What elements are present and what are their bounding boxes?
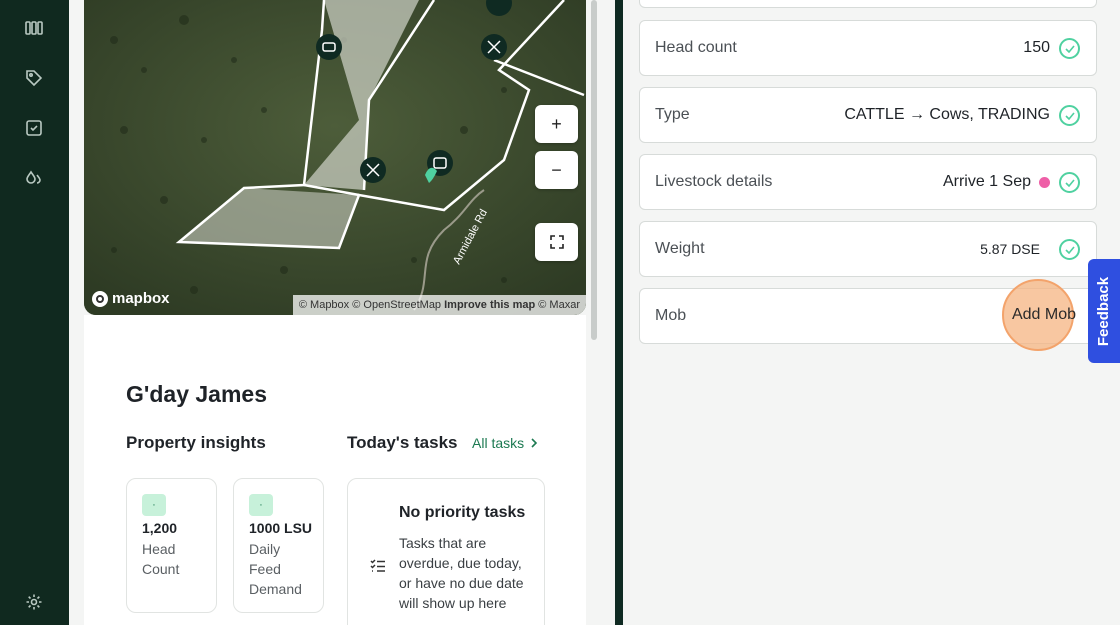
scrollbar-thumb[interactable] [591,0,597,340]
tag-icon[interactable] [22,66,46,90]
field-weight[interactable]: Weight 5.87 DSE [639,221,1097,277]
field-value: 5.87 DSE [980,241,1040,257]
head-count-value: 150 [1023,39,1050,56]
feedback-label: Feedback [1095,276,1113,346]
field-label: Mob [655,307,687,324]
stat-badge: · [249,494,273,516]
mapbox-mark-icon [92,290,108,307]
paddocks-icon[interactable] [22,16,46,40]
mapbox-wordmark: mapbox [112,290,170,307]
field-livestock-details[interactable]: Livestock details Arrive 1 Sep [639,154,1097,210]
improve-map-link[interactable]: Improve this map [444,299,535,311]
type-value: CATTLE → Cows, TRADING [844,106,1050,123]
no-tasks-description: Tasks that are overdue, due today, or ha… [399,535,524,611]
stat-badge: · [142,494,166,516]
add-mob-button[interactable]: Add Mob [1002,279,1077,351]
attribution-osm-link[interactable]: © OpenStreetMap [352,299,441,311]
livestock-details-value: Arrive 1 Sep [942,173,1031,190]
all-tasks-link[interactable]: All tasks [472,435,538,451]
zoom-in-label: + [551,113,562,134]
field-value: CATTLE → Cows, TRADING [844,106,1050,124]
field-value: Arrive 1 Sep [943,173,1050,191]
stat-card-feed-demand[interactable]: · 1000 LSU Daily Feed Demand [233,478,324,613]
tasks-checkbox-icon[interactable] [22,116,46,140]
task-list-icon [370,559,386,578]
attribution-maxar-link[interactable]: © Maxar [538,299,580,311]
mob-form-panel: Head count 150 Type CATTLE → Cows, TRADI… [623,0,1120,625]
field-label: Type [655,106,690,123]
stat-label: Head Count [142,541,180,577]
feedback-tab[interactable]: Feedback [1088,259,1120,363]
weight-value: 5.87 DSE [980,241,1040,257]
priority-tasks-card: No priority tasks Tasks that are overdue… [347,478,545,625]
satellite-map[interactable]: Armidale Rd mapbox + − © Mapbox © OpenSt… [84,0,586,315]
panel-divider[interactable] [615,0,623,625]
main-scrollbar[interactable] [590,0,598,340]
map-attribution: © Mapbox © OpenStreetMap Improve this ma… [292,295,586,315]
check-circle-icon [1059,239,1080,260]
zoom-in-button[interactable]: + [535,105,578,143]
main-panel: Armidale Rd mapbox + − © Mapbox © OpenSt… [69,0,615,625]
greeting: G'day James [126,381,267,407]
check-circle-icon [1059,105,1080,126]
stat-value: 1,200 [142,520,178,536]
chevron-right-icon [531,438,538,448]
zoom-out-button[interactable]: − [535,151,578,189]
field-value: 150 [1023,39,1050,57]
mapbox-logo: mapbox [92,290,170,307]
field-label: Livestock details [655,173,773,190]
settings-icon[interactable] [22,590,46,614]
field-label: Head count [655,39,737,56]
dashboard-card: G'day James Property insights Today's ta… [84,315,586,625]
nav-rail [0,0,69,625]
stat-card-head-count[interactable]: · 1,200 Head Count [126,478,217,613]
property-insights-title: Property insights [126,433,266,452]
all-tasks-label: All tasks [472,435,525,451]
todays-tasks-title: Today's tasks [347,433,458,452]
stat-value: 1000 LSU [249,520,313,536]
expand-icon [549,235,564,249]
no-tasks-title: No priority tasks [399,504,526,521]
field-label: Weight [655,240,705,257]
field-type[interactable]: Type CATTLE → Cows, TRADING [639,87,1097,143]
field-head-count[interactable]: Head count 150 [639,20,1097,76]
water-drops-icon[interactable] [22,166,46,190]
attribution-mapbox-link[interactable]: © Mapbox [299,299,349,311]
add-mob-label: Add Mob [1011,306,1077,323]
check-circle-icon [1059,172,1080,193]
check-circle-icon [1059,38,1080,59]
field-previous[interactable] [639,0,1097,8]
zoom-out-label: − [551,159,562,180]
status-dot-icon [1039,176,1050,188]
stat-label: Daily Feed Demand [249,541,302,597]
fullscreen-button[interactable] [535,223,578,261]
